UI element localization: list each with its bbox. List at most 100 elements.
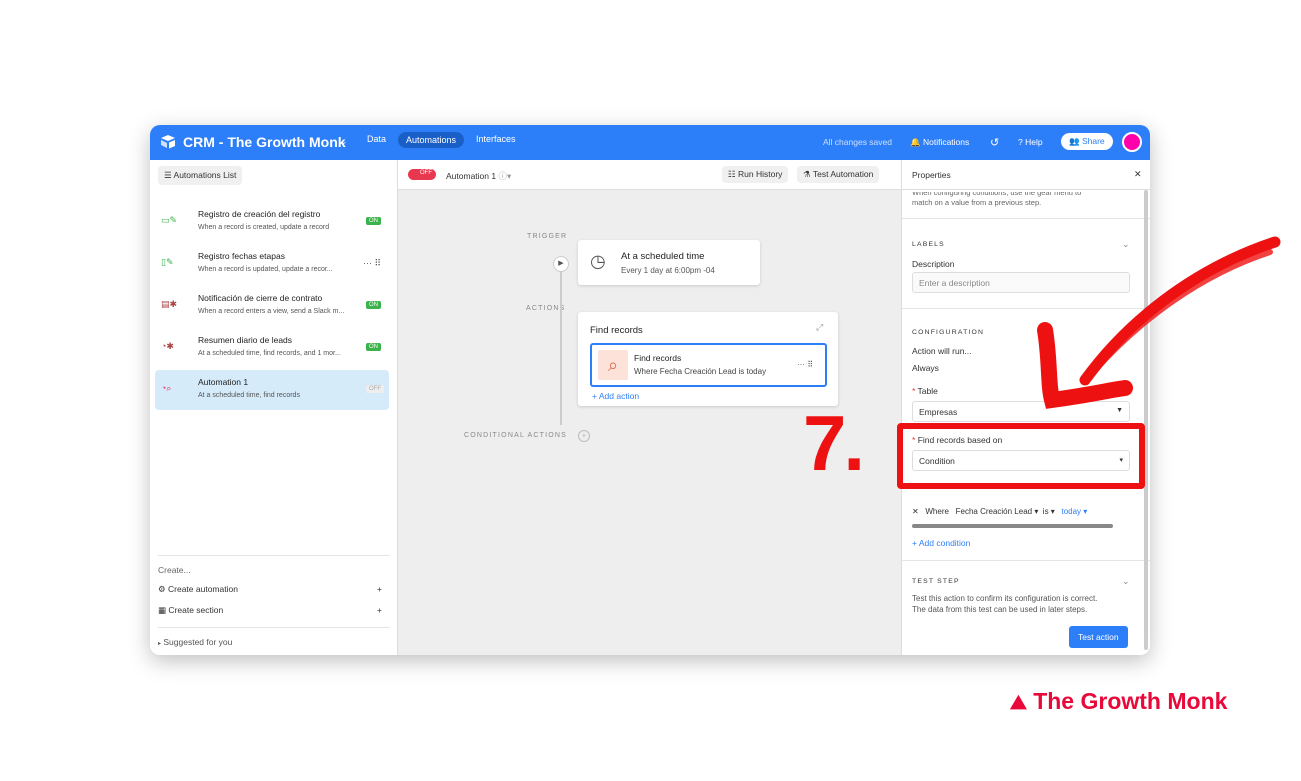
highlight-box	[897, 423, 1145, 489]
record-pencil-icon: ▯✎	[161, 257, 174, 267]
automation-desc: At a scheduled time, find records	[198, 392, 300, 399]
automations-list-button[interactable]: ☰ Automations List	[158, 166, 243, 185]
test-step-title: TEST STEP	[912, 578, 960, 585]
condition-operator[interactable]: is	[1043, 507, 1049, 516]
condition-value[interactable]: today	[1061, 507, 1081, 516]
automation-item-selected[interactable]: ◔⌕ Automation 1 At a scheduled time, fin…	[155, 370, 389, 410]
automation-name: Resumen diario de leads	[198, 335, 293, 345]
automation-desc: When a record is updated, update a recor…	[198, 266, 333, 273]
base-title[interactable]: CRM - The Growth Monk	[183, 134, 346, 150]
scrollbar[interactable]	[912, 524, 1113, 528]
status-badge: OFF	[366, 385, 384, 393]
history-icon[interactable]: ↺	[990, 136, 999, 149]
plus-icon: +	[377, 605, 382, 615]
create-section-label: Create section	[168, 605, 224, 615]
automation-item[interactable]: ▭✎ Registro de creación del registro Whe…	[155, 202, 389, 242]
run-history-button[interactable]: ☷ Run History	[722, 166, 789, 183]
close-icon[interactable]: ✕	[1134, 169, 1142, 180]
caret-right-icon: ▸	[158, 641, 162, 647]
action-title: Find records	[634, 353, 682, 363]
properties-title: Properties	[912, 170, 951, 180]
automation-desc: When a record enters a view, send a Slac…	[198, 308, 345, 315]
search-icon: ⌕	[598, 350, 628, 380]
chevron-down-icon[interactable]: ⌄	[1122, 576, 1130, 587]
chevron-down-icon[interactable]: ⌄	[340, 136, 348, 147]
test-automation-button[interactable]: ⚗ Test Automation	[797, 166, 880, 183]
monk-icon: ⛰	[1010, 692, 1027, 714]
more-options-icon[interactable]: ··· ⠿	[363, 258, 381, 269]
test-action-button[interactable]: Test action	[1069, 626, 1128, 648]
more-options-icon[interactable]: ··· ⠿	[797, 360, 813, 369]
condition-row: ✕ Where Fecha Creación Lead ▾ is ▾ today…	[912, 507, 1088, 516]
trigger-label: TRIGGER	[527, 233, 568, 240]
automation-toggle[interactable]: OFF	[408, 169, 436, 180]
checkmark-annotation	[1037, 236, 1281, 409]
required-marker: *	[912, 386, 916, 396]
add-condition-button[interactable]: + Add condition	[912, 538, 970, 548]
automation-name-field[interactable]: Automation 1 ⓘ▾	[446, 170, 511, 182]
nav-automations[interactable]: Automations	[398, 132, 465, 148]
clock-slack-icon: ◔✱	[161, 341, 174, 351]
divider	[902, 560, 1150, 561]
create-automation-button[interactable]: ⚙ Create automation +	[158, 584, 390, 595]
automation-item[interactable]: ▤✱ Notificación de cierre de contrato Wh…	[155, 286, 389, 326]
action-group-title: Find records	[590, 325, 643, 336]
run-history-label: Run History	[738, 169, 783, 179]
expand-icon[interactable]: ⤢	[816, 322, 823, 333]
trigger-title: At a scheduled time	[621, 251, 705, 262]
share-button[interactable]: 👥 Share	[1061, 133, 1113, 150]
divider	[158, 627, 390, 628]
table-label: Table	[917, 386, 938, 396]
remove-condition-icon[interactable]: ✕	[912, 507, 919, 516]
condition-field[interactable]: Fecha Creación Lead	[956, 507, 1033, 516]
create-label: Create...	[158, 565, 191, 575]
action-subtitle: Where Fecha Creación Lead is today	[634, 367, 767, 376]
create-section-button[interactable]: ▦ Create section +	[158, 605, 390, 616]
automation-name: Registro fechas etapas	[198, 251, 285, 261]
canvas-toolbar: OFF Automation 1 ⓘ▾ ☷ Run History ⚗ Test…	[398, 160, 901, 190]
automations-list-label: Automations List	[173, 170, 237, 180]
record-pencil-icon: ▭✎	[161, 215, 178, 225]
play-icon[interactable]: ▶	[553, 256, 569, 272]
nav-data[interactable]: Data	[367, 134, 386, 144]
nav-interfaces[interactable]: Interfaces	[476, 134, 516, 144]
test-step-desc: Test this action to confirm its configur…	[912, 594, 1098, 603]
add-condition-label: Add condition	[918, 538, 971, 548]
test-automation-label: Test Automation	[812, 169, 874, 179]
notifications-label: Notifications	[922, 137, 970, 147]
help-label: Help	[1025, 137, 1043, 147]
condition-where: Where	[925, 507, 949, 516]
help-button[interactable]: ? Help	[1018, 137, 1043, 147]
trigger-card[interactable]: ◷ At a scheduled time Every 1 day at 6:0…	[578, 240, 760, 285]
share-label: Share	[1081, 136, 1105, 146]
app-window: CRM - The Growth Monk ⌄ Data Automations…	[150, 125, 1150, 655]
status-badge: ON	[366, 343, 381, 351]
automation-name: Notificación de cierre de contrato	[198, 293, 323, 303]
menu-icon: ☰	[164, 170, 172, 180]
add-action-button[interactable]: + Add action	[592, 391, 639, 401]
automation-item[interactable]: ◔✱ Resumen diario de leads At a schedule…	[155, 328, 389, 368]
clock-search-icon: ◔⌕	[161, 383, 172, 393]
add-conditional-icon[interactable]: +	[578, 430, 590, 442]
notifications-button[interactable]: 🔔 Notifications	[910, 137, 969, 148]
flask-icon: ⚗	[803, 169, 811, 179]
save-status: All changes saved	[823, 137, 892, 147]
status-badge: ON	[366, 301, 381, 309]
avatar[interactable]	[1122, 132, 1142, 152]
suggested-label: Suggested for you	[163, 637, 233, 647]
clock-icon: ◷	[590, 251, 606, 271]
plus-icon: +	[592, 391, 597, 401]
suggested-toggle[interactable]: ▸ Suggested for you	[158, 637, 390, 647]
labels-section-title: LABELS	[912, 241, 945, 248]
automation-item[interactable]: ▯✎ Registro fechas etapas When a record …	[155, 244, 389, 284]
properties-header: Properties ✕	[902, 160, 1150, 190]
automation-name-label: Automation 1	[446, 171, 497, 181]
brand-logo: ⛰ The Growth Monk	[1010, 688, 1227, 715]
automations-sidebar: ☰ Automations List ▭✎ Registro de creaci…	[150, 160, 398, 655]
find-records-step[interactable]: ⌕ Find records Where Fecha Creación Lead…	[590, 343, 827, 387]
step-number: 7.	[803, 399, 865, 487]
run-condition-value[interactable]: Always	[912, 363, 939, 373]
info-icon: ⓘ▾	[498, 171, 512, 181]
automation-name: Registro de creación del registro	[198, 209, 321, 219]
automation-desc: When a record is created, update a recor…	[198, 224, 330, 231]
